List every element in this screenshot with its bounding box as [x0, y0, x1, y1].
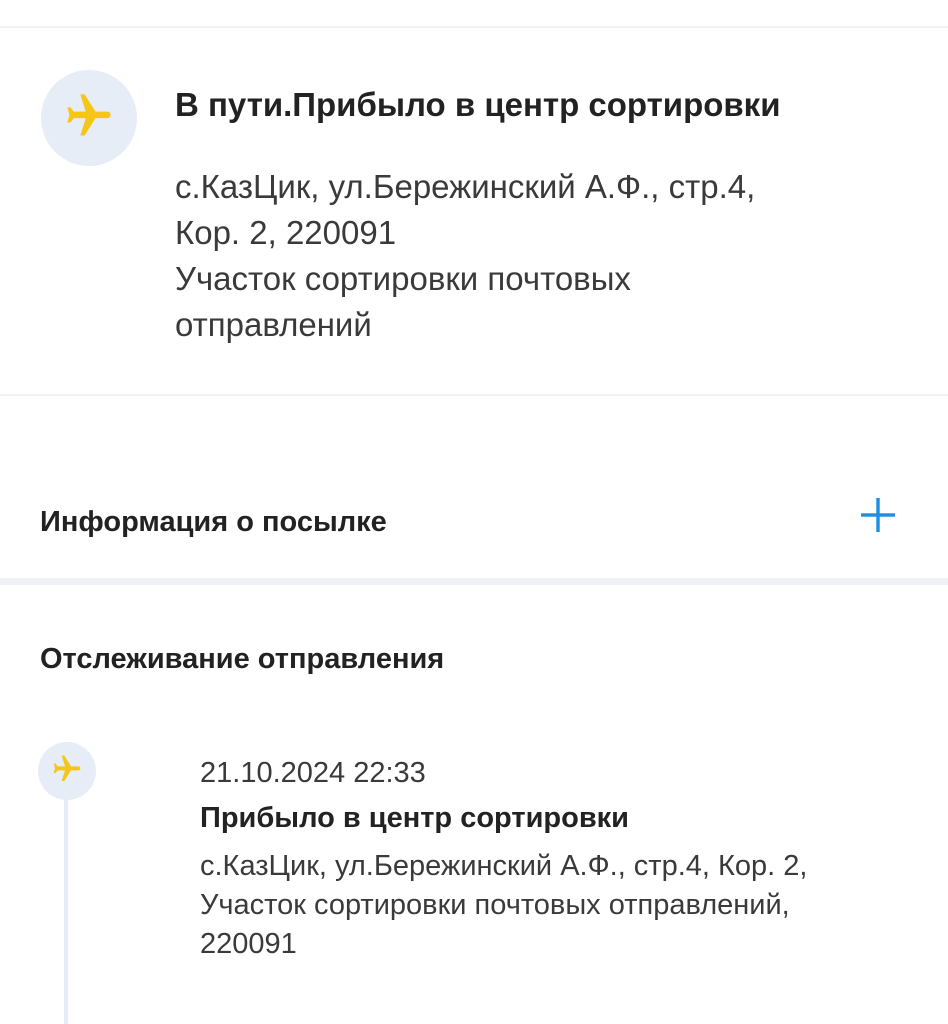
expand-parcel-info-button[interactable]: [856, 495, 900, 539]
status-address-line: Участок сортировки почтовых: [175, 260, 631, 297]
timeline-event-icon-badge: [38, 742, 96, 800]
airplane-icon: [63, 90, 115, 147]
timeline-event-title: Прибыло в центр сортировки: [200, 802, 630, 834]
tracking-title: Отслеживание отправления: [40, 643, 445, 675]
parcel-info-row[interactable]: Информация о посылке: [0, 470, 948, 578]
status-title: В пути.Прибыло в центр сортировки: [175, 86, 781, 123]
section-divider: [0, 394, 948, 396]
status-address: с.КазЦик, ул.Бережинский А.Ф., стр.4, Ко…: [175, 164, 895, 348]
timeline-event-address-line: Участок сортировки почтовых отправлений,: [200, 889, 790, 921]
status-icon-badge: [41, 70, 137, 166]
timeline-line: [64, 798, 68, 1024]
airplane-icon: [51, 753, 83, 790]
plus-icon: [858, 495, 898, 540]
timeline-event-address-line: с.КазЦик, ул.Бережинский А.Ф., стр.4, Ко…: [200, 850, 808, 882]
section-divider-thick: [0, 578, 948, 585]
timeline-event-datetime: 21.10.2024 22:33: [200, 757, 426, 789]
timeline-event-address-line: 220091: [200, 928, 297, 960]
parcel-info-title: Информация о посылке: [40, 506, 387, 538]
timeline-event-address: с.КазЦик, ул.Бережинский А.Ф., стр.4, Ко…: [200, 847, 920, 964]
status-address-line: с.КазЦик, ул.Бережинский А.Ф., стр.4,: [175, 168, 756, 205]
status-address-line: Кор. 2, 220091: [175, 214, 397, 251]
status-address-line: отправлений: [175, 306, 372, 343]
